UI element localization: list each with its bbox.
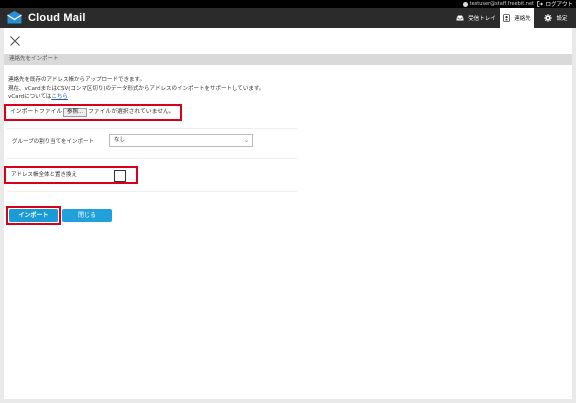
import-button[interactable]: インポート <box>9 209 58 222</box>
divider <box>7 191 297 192</box>
gear-icon <box>544 14 553 22</box>
group-select[interactable]: なし ⌄ <box>109 134 253 147</box>
close-button[interactable]: 閉じる <box>62 209 112 222</box>
nav-inbox[interactable]: 受信トレイ <box>452 8 500 28</box>
description-line-1: 連絡先を既存のアドレス帳からアップロードできます。 <box>8 77 145 83</box>
import-dialog: 連絡先をインポート 連絡先を既存のアドレス帳からアップロードできます。 現在、v… <box>4 28 572 399</box>
nav-contacts[interactable]: 連絡先 <box>500 8 534 28</box>
inbox-icon <box>456 15 464 21</box>
vcard-info-link[interactable]: こちら <box>51 94 68 100</box>
import-file-label: インポートファイル <box>10 109 63 115</box>
cloud-mail-logo-icon <box>7 11 22 24</box>
nav-contacts-label: 連絡先 <box>514 16 531 22</box>
logout-icon <box>537 1 544 7</box>
user-email: testuser@staff.freebit.net <box>469 1 534 7</box>
divider <box>7 128 297 129</box>
divider <box>7 158 297 159</box>
import-description: 連絡先を既存のアドレス帳からアップロードできます。 現在、vCardまたはCSV… <box>8 76 264 102</box>
browse-button[interactable]: 参照... <box>63 108 88 117</box>
overwrite-checkbox[interactable] <box>114 170 126 182</box>
app-name: Cloud Mail <box>28 11 86 24</box>
logout-label: ログアウト <box>545 2 573 8</box>
user-icon <box>462 1 468 7</box>
description-line-3: vCardについてはこちら <box>8 93 264 102</box>
overwrite-label: アドレス帳全体と置き換え <box>11 172 78 178</box>
dialog-title: 連絡先をインポート <box>4 54 572 65</box>
app-logo[interactable]: Cloud Mail <box>6 10 86 25</box>
logout-link[interactable]: ログアウト <box>537 0 573 8</box>
nav-settings[interactable]: 設定 <box>536 8 576 28</box>
group-assign-label: グループの割り当てをインポート <box>12 139 95 145</box>
user-info: testuser@staff.freebit.net <box>462 0 534 8</box>
close-icon[interactable] <box>9 35 21 47</box>
nav-inbox-label: 受信トレイ <box>468 16 496 22</box>
contacts-icon <box>503 14 510 22</box>
app-header: Cloud Mail 受信トレイ 連絡先 設定 <box>0 8 576 28</box>
description-line-3-text: vCardについては <box>8 94 52 100</box>
no-file-text: ファイルが選択されていません。 <box>88 109 175 115</box>
nav-settings-label: 設定 <box>556 16 568 22</box>
description-line-2: 現在、vCardまたはCSV(コンマ区切り)のデータ形式からアドレスのインポート… <box>8 85 265 92</box>
group-select-value: なし <box>114 137 126 143</box>
chevron-down-icon: ⌄ <box>243 137 249 144</box>
